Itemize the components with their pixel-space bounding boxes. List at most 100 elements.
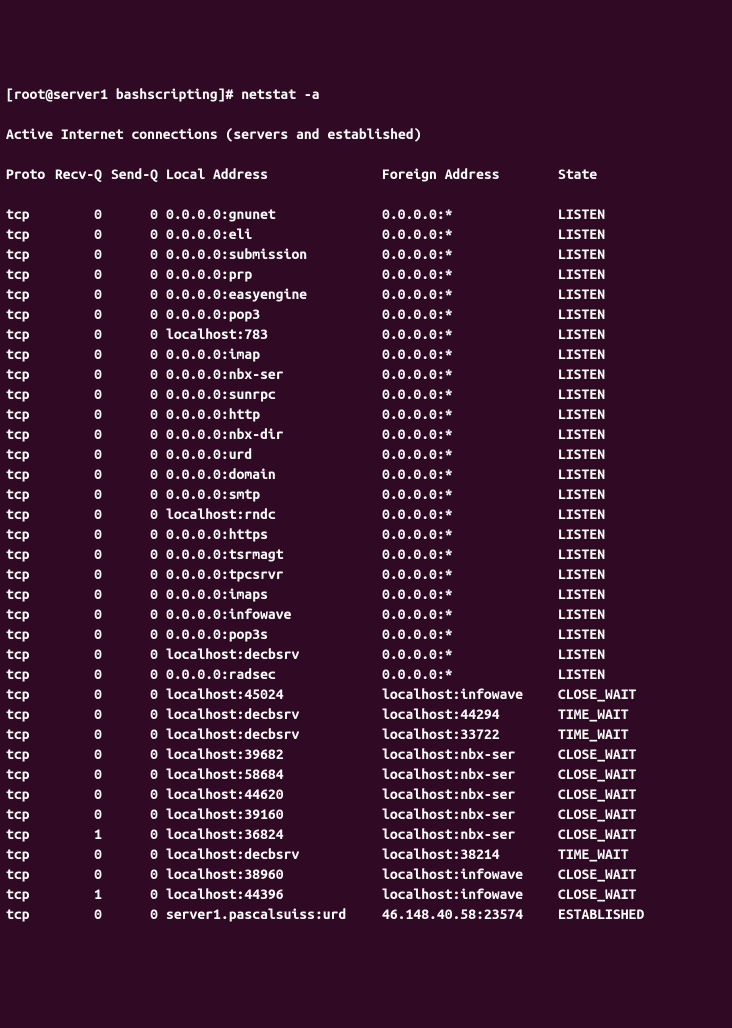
cell-proto: tcp	[6, 544, 54, 564]
cell-foreign: 0.0.0.0:*	[382, 564, 558, 584]
cell-recvq: 1	[54, 824, 110, 844]
cell-local: 0.0.0.0:gnunet	[166, 204, 382, 224]
cell-recvq: 0	[54, 404, 110, 424]
cell-proto: tcp	[6, 844, 54, 864]
cell-local: localhost:decbsrv	[166, 644, 382, 664]
cell-recvq: 0	[54, 744, 110, 764]
cell-local: 0.0.0.0:pop3	[166, 304, 382, 324]
cell-state: CLOSE_WAIT	[558, 684, 678, 704]
cell-local: localhost:44620	[166, 784, 382, 804]
cell-state: LISTEN	[558, 464, 678, 484]
cell-sendq: 0	[110, 764, 166, 784]
cell-sendq: 0	[110, 824, 166, 844]
cell-local: 0.0.0.0:imaps	[166, 584, 382, 604]
cell-sendq: 0	[110, 584, 166, 604]
table-row: tcp00server1.pascalsuiss:urd46.148.40.58…	[6, 904, 726, 924]
cell-state: CLOSE_WAIT	[558, 764, 678, 784]
col-header-foreign: Foreign Address	[382, 164, 558, 184]
table-row: tcp000.0.0.0:tpcsrvr0.0.0.0:*LISTEN	[6, 564, 726, 584]
table-row: tcp000.0.0.0:imap0.0.0.0:*LISTEN	[6, 344, 726, 364]
cell-foreign: 0.0.0.0:*	[382, 284, 558, 304]
cell-state: CLOSE_WAIT	[558, 824, 678, 844]
cell-sendq: 0	[110, 444, 166, 464]
cell-proto: tcp	[6, 604, 54, 624]
cell-proto: tcp	[6, 584, 54, 604]
cell-local: 0.0.0.0:urd	[166, 444, 382, 464]
cell-recvq: 1	[54, 884, 110, 904]
command-text[interactable]: netstat -a	[241, 84, 319, 104]
cell-sendq: 0	[110, 604, 166, 624]
table-row: tcp000.0.0.0:radsec0.0.0.0:*LISTEN	[6, 664, 726, 684]
table-row: tcp10localhost:36824localhost:nbx-serCLO…	[6, 824, 726, 844]
table-row: tcp000.0.0.0:http0.0.0.0:*LISTEN	[6, 404, 726, 424]
cell-foreign: localhost:nbx-ser	[382, 744, 558, 764]
cell-local: localhost:783	[166, 324, 382, 344]
cell-proto: tcp	[6, 644, 54, 664]
cell-proto: tcp	[6, 564, 54, 584]
cell-sendq: 0	[110, 224, 166, 244]
cell-recvq: 0	[54, 664, 110, 684]
cell-state: CLOSE_WAIT	[558, 804, 678, 824]
cell-recvq: 0	[54, 324, 110, 344]
cell-local: 0.0.0.0:tsrmagt	[166, 544, 382, 564]
cell-proto: tcp	[6, 904, 54, 924]
cell-local: localhost:decbsrv	[166, 724, 382, 744]
cell-state: TIME_WAIT	[558, 704, 678, 724]
table-row: tcp000.0.0.0:https0.0.0.0:*LISTEN	[6, 524, 726, 544]
table-row: tcp10localhost:44396localhost:infowaveCL…	[6, 884, 726, 904]
table-row: tcp000.0.0.0:sunrpc0.0.0.0:*LISTEN	[6, 384, 726, 404]
cell-sendq: 0	[110, 624, 166, 644]
prompt-line: [root@server1 bashscripting]# netstat -a	[6, 84, 726, 104]
cell-foreign: 0.0.0.0:*	[382, 304, 558, 324]
table-row: tcp000.0.0.0:domain0.0.0.0:*LISTEN	[6, 464, 726, 484]
cell-recvq: 0	[54, 604, 110, 624]
cell-proto: tcp	[6, 344, 54, 364]
cell-proto: tcp	[6, 384, 54, 404]
cell-sendq: 0	[110, 804, 166, 824]
shell-prompt: [root@server1 bashscripting]#	[6, 84, 241, 104]
cell-sendq: 0	[110, 324, 166, 344]
table-row: tcp000.0.0.0:easyengine0.0.0.0:*LISTEN	[6, 284, 726, 304]
cell-state: LISTEN	[558, 204, 678, 224]
cell-local: 0.0.0.0:radsec	[166, 664, 382, 684]
col-header-sendq: Send-Q	[110, 164, 166, 184]
cell-foreign: localhost:33722	[382, 724, 558, 744]
cell-local: 0.0.0.0:http	[166, 404, 382, 424]
cell-state: LISTEN	[558, 544, 678, 564]
cell-state: LISTEN	[558, 424, 678, 444]
cell-local: 0.0.0.0:prp	[166, 264, 382, 284]
cell-state: LISTEN	[558, 584, 678, 604]
table-row: tcp000.0.0.0:pop30.0.0.0:*LISTEN	[6, 304, 726, 324]
cell-state: LISTEN	[558, 324, 678, 344]
table-row: tcp00localhost:38960localhost:infowaveCL…	[6, 864, 726, 884]
cell-foreign: 0.0.0.0:*	[382, 324, 558, 344]
cell-foreign: 0.0.0.0:*	[382, 524, 558, 544]
cell-proto: tcp	[6, 264, 54, 284]
cell-foreign: 0.0.0.0:*	[382, 364, 558, 384]
cell-recvq: 0	[54, 684, 110, 704]
cell-foreign: localhost:nbx-ser	[382, 764, 558, 784]
table-row: tcp00localhost:rndc0.0.0.0:*LISTEN	[6, 504, 726, 524]
table-row: tcp000.0.0.0:tsrmagt0.0.0.0:*LISTEN	[6, 544, 726, 564]
cell-sendq: 0	[110, 504, 166, 524]
table-row: tcp00localhost:decbsrv0.0.0.0:*LISTEN	[6, 644, 726, 664]
cell-recvq: 0	[54, 484, 110, 504]
connections-header: Active Internet connections (servers and…	[6, 124, 726, 144]
cell-sendq: 0	[110, 424, 166, 444]
cell-proto: tcp	[6, 744, 54, 764]
cell-recvq: 0	[54, 344, 110, 364]
table-row: tcp00localhost:decbsrvlocalhost:44294TIM…	[6, 704, 726, 724]
cell-recvq: 0	[54, 704, 110, 724]
cell-sendq: 0	[110, 284, 166, 304]
cell-sendq: 0	[110, 204, 166, 224]
cell-foreign: 0.0.0.0:*	[382, 584, 558, 604]
cell-foreign: 0.0.0.0:*	[382, 544, 558, 564]
cell-recvq: 0	[54, 224, 110, 244]
cell-foreign: 0.0.0.0:*	[382, 504, 558, 524]
cell-proto: tcp	[6, 304, 54, 324]
cell-foreign: 0.0.0.0:*	[382, 244, 558, 264]
cell-recvq: 0	[54, 804, 110, 824]
cell-sendq: 0	[110, 304, 166, 324]
cell-state: TIME_WAIT	[558, 724, 678, 744]
cell-proto: tcp	[6, 724, 54, 744]
